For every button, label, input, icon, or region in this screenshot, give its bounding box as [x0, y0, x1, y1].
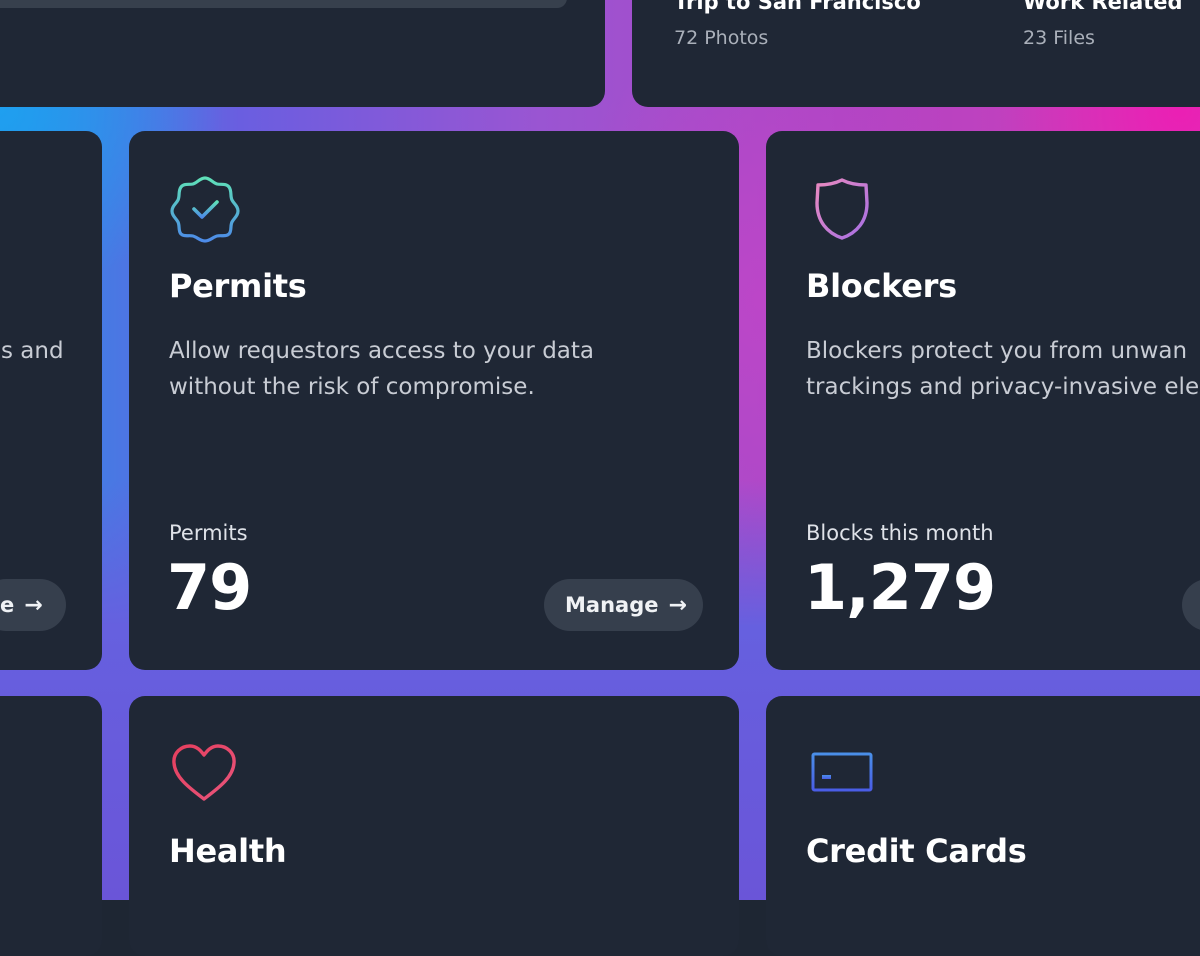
stat-label: Permits	[169, 521, 248, 545]
bottom-left-card	[0, 696, 102, 956]
stat-label: Blocks this month	[806, 521, 994, 545]
button-label: e	[0, 593, 15, 617]
album-meta: 23 Files	[1023, 27, 1095, 49]
verified-badge-icon	[170, 176, 240, 243]
description-line: trackings and privacy-invasive ele	[806, 374, 1200, 400]
stat-value: 1,279	[804, 551, 996, 624]
albums-card: Trip to San Francisco 72 Photos Work Rel…	[632, 0, 1200, 107]
album-name[interactable]: Trip to San Francisco	[674, 0, 921, 14]
arrow-right-icon: →	[24, 592, 43, 618]
card-title: Permits	[169, 267, 307, 305]
top-left-card	[0, 0, 605, 107]
stat-value: 79	[167, 551, 252, 624]
card-description: Blockers protect you from unwan tracking…	[806, 333, 1200, 405]
heart-icon	[172, 744, 236, 801]
card-description: s and	[1, 338, 64, 364]
card-title: Blockers	[806, 267, 957, 305]
health-card: Health	[129, 696, 739, 956]
card-description: Allow requestors access to your data wit…	[169, 338, 595, 400]
shield-icon	[815, 178, 869, 240]
credit-card-icon	[811, 752, 873, 792]
album-meta: 72 Photos	[674, 27, 769, 49]
left-partial-card: s and e →	[0, 131, 102, 670]
manage-button[interactable]: e →	[0, 579, 66, 631]
button-label: Manage	[565, 593, 659, 617]
description-line: Blockers protect you from unwan	[806, 338, 1188, 364]
blockers-card: Blockers Blockers protect you from unwan…	[766, 131, 1200, 670]
manage-button[interactable]: Manage →	[544, 579, 703, 631]
top-left-card-bar	[0, 0, 567, 8]
card-title: Health	[169, 832, 287, 870]
arrow-right-icon: →	[668, 592, 687, 618]
manage-button[interactable]	[1182, 579, 1200, 631]
card-title: Credit Cards	[806, 832, 1027, 870]
album-name[interactable]: Work Related	[1023, 0, 1183, 14]
credit-cards-card: Credit Cards	[766, 696, 1200, 956]
permits-card: Permits Allow requestors access to your …	[129, 131, 739, 670]
